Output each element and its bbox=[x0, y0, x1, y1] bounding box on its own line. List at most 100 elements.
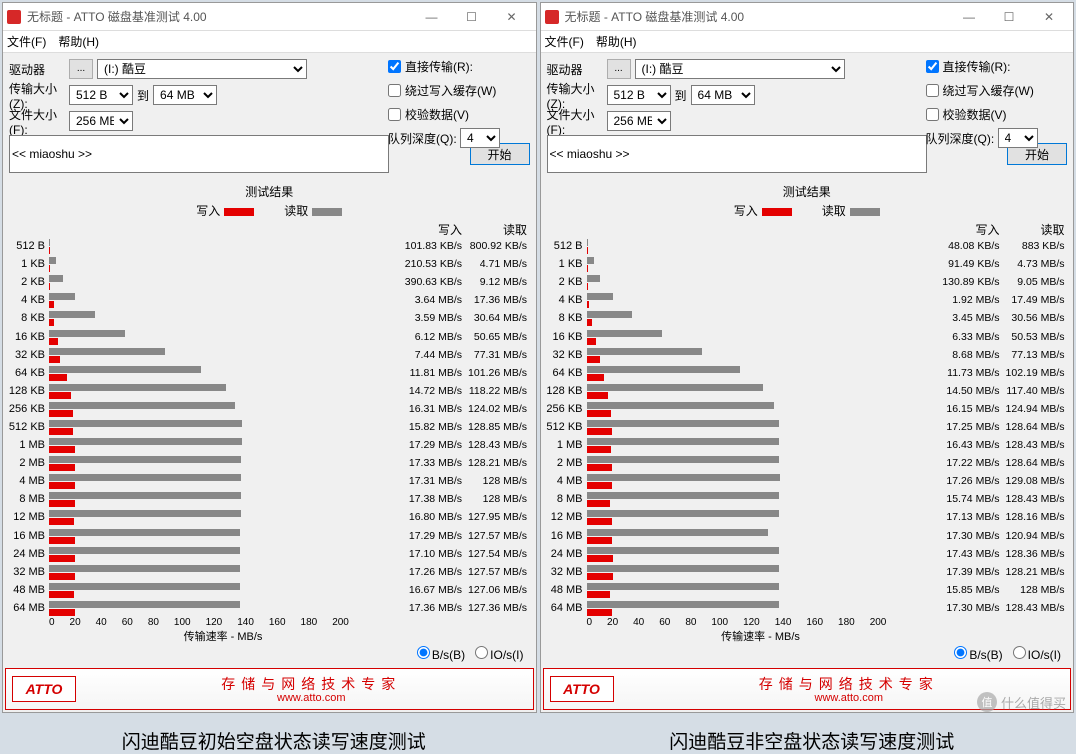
bar-row: 16 KB bbox=[545, 327, 935, 345]
queue-select[interactable]: 4 bbox=[460, 128, 500, 148]
value-row: 17.39 MB/s128.21 MB/s bbox=[935, 563, 1065, 581]
write-bar bbox=[587, 555, 613, 562]
values-header: 写入读取 bbox=[397, 221, 527, 237]
write-bar bbox=[49, 319, 54, 326]
drive-select[interactable]: (I:) 酷豆 bbox=[635, 59, 845, 79]
queue-select[interactable]: 4 bbox=[998, 128, 1038, 148]
bar-row: 16 KB bbox=[7, 327, 397, 345]
read-bar bbox=[49, 565, 240, 572]
menu-help[interactable]: 帮助(H) bbox=[58, 33, 99, 50]
bypass-checkbox[interactable] bbox=[388, 84, 401, 97]
bps-radio[interactable]: B/s(B) bbox=[954, 646, 1002, 662]
write-bar bbox=[49, 283, 50, 290]
bar-row: 128 KB bbox=[7, 382, 397, 400]
read-bar bbox=[587, 529, 768, 536]
description-input[interactable] bbox=[9, 135, 389, 173]
read-bar bbox=[587, 402, 774, 409]
write-bar bbox=[49, 609, 75, 616]
read-bar bbox=[587, 601, 780, 608]
minimize-button[interactable]: — bbox=[949, 3, 989, 31]
label-file-size: 文件大小(F): bbox=[547, 106, 607, 137]
iops-radio[interactable]: IO/s(I) bbox=[1013, 646, 1061, 662]
read-bar bbox=[587, 293, 613, 300]
titlebar[interactable]: 无标题 - ATTO 磁盘基准测试 4.00 — ☐ ✕ bbox=[3, 3, 536, 31]
bar-row: 4 KB bbox=[7, 291, 397, 309]
size-from-select[interactable]: 512 B bbox=[607, 85, 671, 105]
iops-radio[interactable]: IO/s(I) bbox=[475, 646, 523, 662]
write-bar bbox=[49, 482, 75, 489]
bar-row: 8 KB bbox=[7, 309, 397, 327]
direct-checkbox[interactable] bbox=[388, 60, 401, 73]
value-row: 48.08 KB/s883 KB/s bbox=[935, 237, 1065, 255]
label-verify: 校验数据(V) bbox=[405, 106, 469, 123]
label-to: 到 bbox=[675, 87, 687, 104]
values-header: 写入读取 bbox=[935, 221, 1065, 237]
size-to-select[interactable]: 64 MB bbox=[153, 85, 217, 105]
menubar: 文件(F) 帮助(H) bbox=[3, 31, 536, 53]
label-bypass: 绕过写入缓存(W) bbox=[405, 82, 496, 99]
browse-button[interactable]: ... bbox=[607, 59, 631, 79]
close-button[interactable]: ✕ bbox=[492, 3, 532, 31]
caption-right: 闪迪酷豆非空盘状态读写速度测试 bbox=[669, 727, 954, 754]
browse-button[interactable]: ... bbox=[69, 59, 93, 79]
bar-row: 64 MB bbox=[7, 599, 397, 617]
value-row: 6.12 MB/s50.65 MB/s bbox=[397, 327, 527, 345]
value-row: 14.72 MB/s118.22 MB/s bbox=[397, 382, 527, 400]
file-size-select[interactable]: 256 MB bbox=[607, 111, 671, 131]
value-row: 3.64 MB/s17.36 MB/s bbox=[397, 291, 527, 309]
value-row: 17.26 MB/s127.57 MB/s bbox=[397, 563, 527, 581]
read-bar bbox=[49, 583, 240, 590]
drive-select[interactable]: (I:) 酷豆 bbox=[97, 59, 307, 79]
bypass-checkbox[interactable] bbox=[926, 84, 939, 97]
read-bar bbox=[49, 420, 242, 427]
value-row: 17.43 MB/s128.36 MB/s bbox=[935, 545, 1065, 563]
menu-file[interactable]: 文件(F) bbox=[7, 33, 46, 50]
label-direct: 直接传输(R): bbox=[405, 58, 473, 75]
read-bar bbox=[587, 492, 780, 499]
bar-row: 32 KB bbox=[545, 346, 935, 364]
bar-row: 12 MB bbox=[7, 508, 397, 526]
minimize-button[interactable]: — bbox=[412, 3, 452, 31]
menu-file[interactable]: 文件(F) bbox=[545, 33, 584, 50]
close-button[interactable]: ✕ bbox=[1029, 3, 1069, 31]
value-row: 130.89 KB/s9.05 MB/s bbox=[935, 273, 1065, 291]
write-bar bbox=[49, 392, 71, 399]
direct-checkbox[interactable] bbox=[926, 60, 939, 73]
write-bar bbox=[49, 446, 75, 453]
write-bar bbox=[587, 410, 611, 417]
description-input[interactable] bbox=[547, 135, 927, 173]
value-row: 17.38 MB/s128 MB/s bbox=[397, 490, 527, 508]
maximize-button[interactable]: ☐ bbox=[989, 3, 1029, 31]
maximize-button[interactable]: ☐ bbox=[452, 3, 492, 31]
value-row: 17.36 MB/s127.36 MB/s bbox=[397, 599, 527, 617]
app-icon bbox=[545, 10, 559, 24]
watermark-icon: 值 bbox=[977, 692, 997, 712]
read-bar bbox=[587, 311, 633, 318]
menu-help[interactable]: 帮助(H) bbox=[596, 33, 637, 50]
window-title: 无标题 - ATTO 磁盘基准测试 4.00 bbox=[565, 8, 950, 25]
size-from-select[interactable]: 512 B bbox=[69, 85, 133, 105]
value-row: 17.29 MB/s128.43 MB/s bbox=[397, 436, 527, 454]
legend-write: 写入 bbox=[734, 202, 792, 219]
value-row: 7.44 MB/s77.31 MB/s bbox=[397, 346, 527, 364]
legend: 写入 读取 bbox=[7, 202, 532, 219]
write-bar bbox=[587, 338, 596, 345]
read-bar bbox=[587, 348, 703, 355]
titlebar[interactable]: 无标题 - ATTO 磁盘基准测试 4.00 — ☐ ✕ bbox=[541, 3, 1074, 31]
value-row: 1.92 MB/s17.49 MB/s bbox=[935, 291, 1065, 309]
verify-checkbox[interactable] bbox=[388, 108, 401, 121]
bar-row: 2 MB bbox=[545, 454, 935, 472]
file-size-select[interactable]: 256 MB bbox=[69, 111, 133, 131]
results-header: 测试结果 bbox=[545, 183, 1070, 200]
size-to-select[interactable]: 64 MB bbox=[691, 85, 755, 105]
bps-radio[interactable]: B/s(B) bbox=[417, 646, 465, 662]
value-row: 16.80 MB/s127.95 MB/s bbox=[397, 508, 527, 526]
value-row: 210.53 KB/s4.71 MB/s bbox=[397, 255, 527, 273]
label-file-size: 文件大小(F): bbox=[9, 106, 69, 137]
write-bar bbox=[49, 338, 58, 345]
verify-checkbox[interactable] bbox=[926, 108, 939, 121]
bar-row: 1 MB bbox=[545, 436, 935, 454]
bar-row: 16 MB bbox=[7, 527, 397, 545]
x-axis-label: 传输速率 - MB/s bbox=[49, 628, 397, 644]
bar-row: 4 MB bbox=[545, 472, 935, 490]
